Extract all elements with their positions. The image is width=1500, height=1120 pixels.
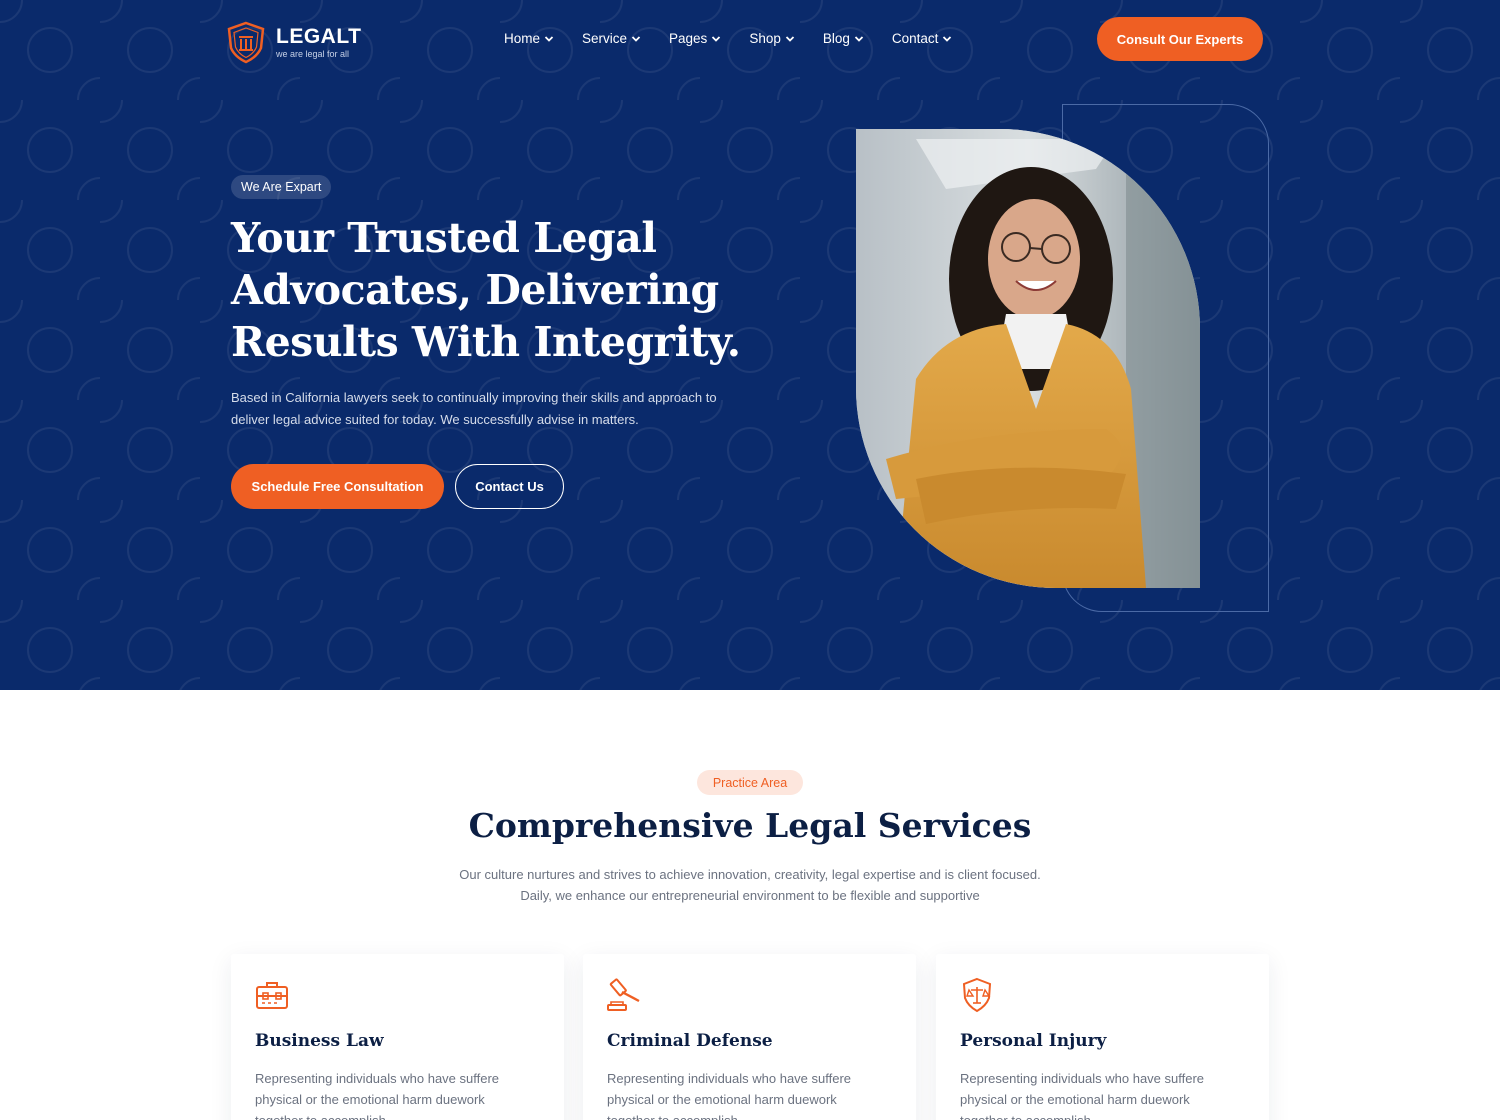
chevron-down-icon	[785, 35, 794, 42]
chevron-down-icon	[631, 35, 641, 42]
service-card-business-law[interactable]: Business Law Representing individuals wh…	[231, 954, 564, 1120]
main-nav: Home Service Pages Shop Blog Contact	[504, 31, 952, 46]
brand-name: LEGALT	[276, 24, 362, 48]
hero-section: LEGALT we are legal for all Home Service…	[0, 0, 1500, 690]
nav-item-home[interactable]: Home	[504, 31, 554, 46]
nav-item-shop[interactable]: Shop	[749, 31, 795, 46]
card-text: Representing individuals who have suffer…	[255, 1071, 500, 1120]
nav-item-label: Service	[582, 31, 628, 46]
chevron-down-icon	[943, 35, 952, 42]
nav-item-service[interactable]: Service	[582, 31, 641, 46]
practice-area-badge: Practice Area	[697, 770, 803, 795]
nav-item-label: Blog	[822, 31, 850, 46]
shield-logo-icon	[227, 21, 265, 64]
logo[interactable]: LEGALT we are legal for all	[224, 20, 361, 64]
nav-item-pages[interactable]: Pages	[669, 31, 721, 46]
hero-description: Based in California lawyers seek to cont…	[231, 390, 717, 427]
nav-item-blog[interactable]: Blog	[823, 31, 864, 46]
gavel-icon	[607, 978, 640, 1011]
section-description: Our culture nurtures and strives to achi…	[459, 867, 1041, 903]
nav-item-label: Pages	[669, 31, 708, 46]
shield-scale-icon	[962, 977, 992, 1013]
card-title: Business Law	[255, 1031, 384, 1051]
card-text: Representing individuals who have suffer…	[607, 1071, 852, 1120]
service-card-personal-injury[interactable]: Personal Injury Representing individuals…	[936, 954, 1269, 1120]
nav-item-contact[interactable]: Contact	[892, 31, 953, 46]
consult-experts-button[interactable]: Consult Our Experts	[1097, 17, 1263, 61]
nav-item-label: Home	[504, 31, 541, 46]
briefcase-icon	[256, 982, 288, 1009]
service-card-criminal-defense[interactable]: Criminal Defense Representing individual…	[583, 954, 916, 1120]
card-title: Criminal Defense	[607, 1031, 773, 1051]
contact-us-button[interactable]: Contact Us	[455, 464, 564, 509]
card-title: Personal Injury	[960, 1031, 1107, 1051]
chevron-down-icon	[712, 35, 721, 42]
nav-item-label: Contact	[891, 31, 939, 46]
chevron-down-icon	[544, 35, 554, 42]
card-text: Representing individuals who have suffer…	[960, 1071, 1205, 1120]
hero-badge: We Are Expart	[231, 175, 332, 199]
hero-title: Your Trusted Legal Advocates, Delivering…	[231, 214, 741, 366]
section-title: Comprehensive Legal Services	[468, 806, 1032, 845]
schedule-consultation-button[interactable]: Schedule Free Consultation	[231, 464, 444, 509]
nav-item-label: Shop	[749, 31, 781, 46]
brand-tagline: we are legal for all	[276, 48, 350, 59]
chevron-down-icon	[854, 35, 864, 42]
lawyer-photo	[856, 129, 1200, 588]
